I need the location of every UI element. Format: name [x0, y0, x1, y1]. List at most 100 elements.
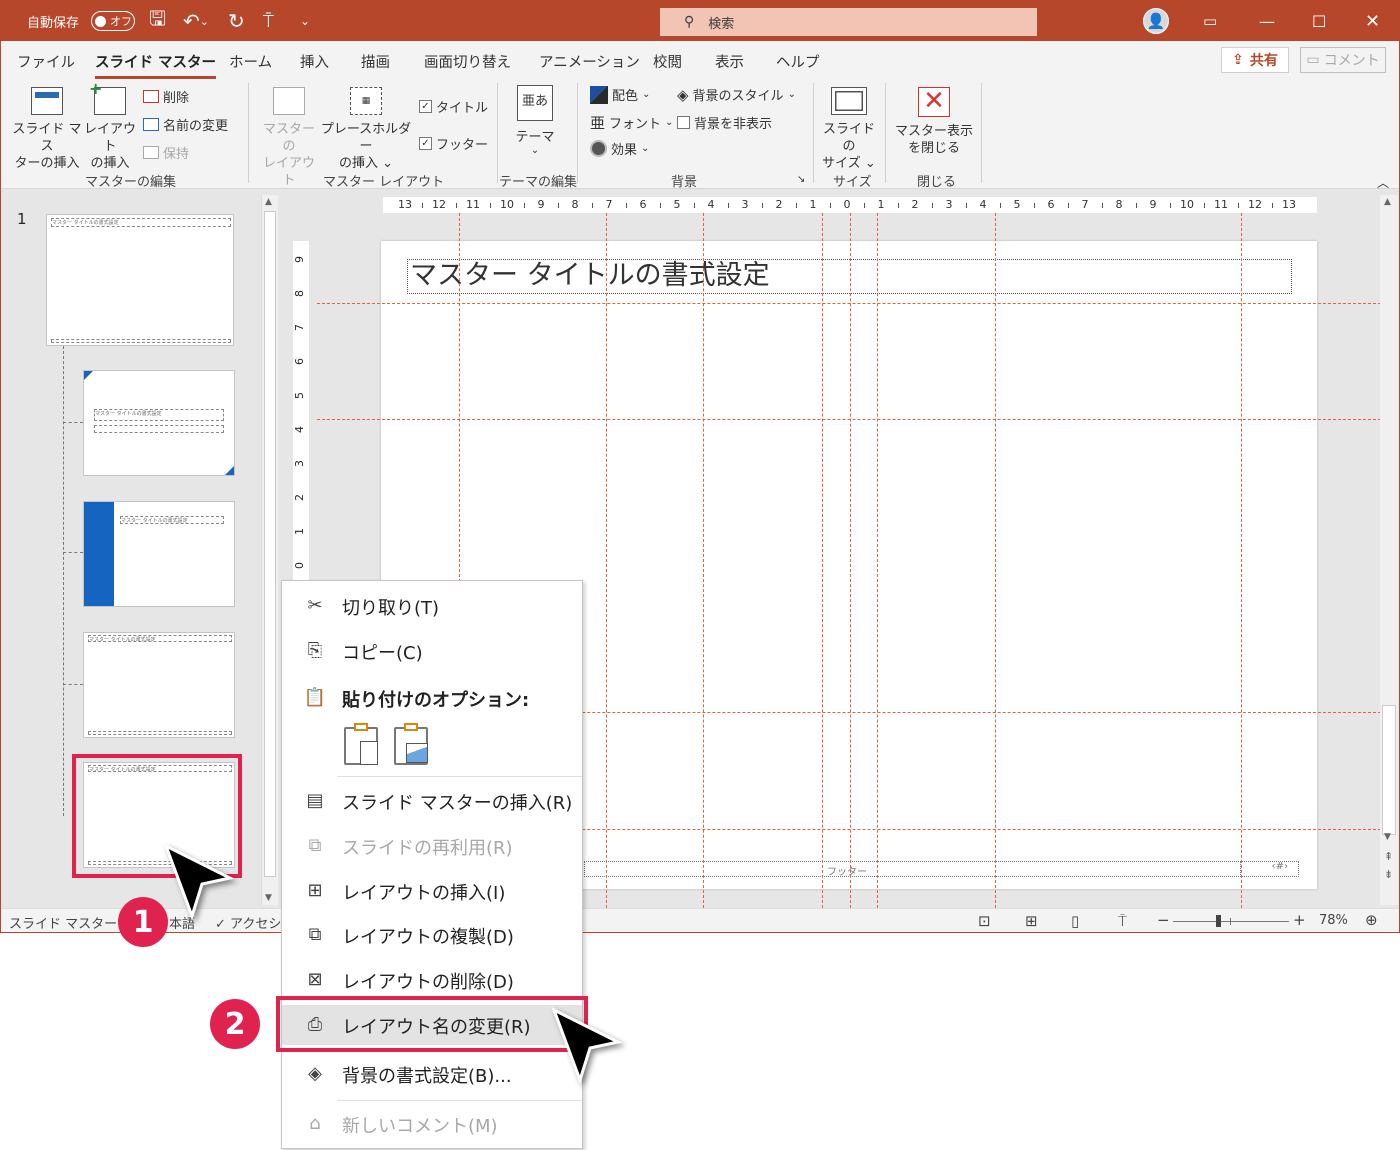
- paste-picture-icon[interactable]: [394, 723, 428, 765]
- scroll-up-icon[interactable]: ▲: [265, 197, 272, 207]
- hide-bg-label: 背景を非表示: [694, 117, 773, 132]
- delete-button[interactable]: 削除: [143, 87, 189, 106]
- thumbnail-scrollbar[interactable]: ▲ ▼: [261, 195, 278, 905]
- scroll-up-icon[interactable]: ▲: [1384, 197, 1391, 207]
- scroll-thumb[interactable]: [1382, 705, 1396, 835]
- maximize-icon[interactable]: ☐: [1312, 1, 1326, 41]
- scroll-down-icon[interactable]: ▼: [265, 893, 272, 903]
- slide-size-button[interactable]: スライドの サイズ ⌄: [817, 87, 881, 172]
- vertical-guide[interactable]: [877, 213, 878, 908]
- colors-dropdown[interactable]: 配色 ⌄: [590, 85, 650, 104]
- preserve-button[interactable]: 保持: [143, 143, 189, 162]
- layout-thumbnail-1[interactable]: マスター タイトルの書式設定: [83, 370, 235, 476]
- vertical-guide[interactable]: [995, 213, 996, 908]
- themes-button[interactable]: 亜あ テーマ ⌄: [507, 85, 563, 156]
- master-thumbnail[interactable]: マスター タイトルの書式設定: [46, 214, 234, 346]
- insert-placeholder-button[interactable]: ▦ プレースホルダー の挿入 ⌄: [319, 87, 413, 172]
- vertical-guide[interactable]: [1241, 213, 1242, 908]
- menu-item-new-comment[interactable]: ⌂ 新しいコメント(M): [282, 1104, 582, 1144]
- master-layout-button[interactable]: マスターの レイアウト: [259, 87, 319, 189]
- thumb-side-bar: [84, 502, 114, 606]
- fonts-dropdown[interactable]: 亜フォント ⌄: [590, 112, 673, 133]
- vertical-guide[interactable]: [822, 213, 823, 908]
- hide-bg-checkbox[interactable]: 背景を非表示: [677, 113, 772, 132]
- horizontal-guide[interactable]: [317, 419, 1381, 420]
- tab-transitions[interactable]: 画面切り替え: [424, 51, 511, 72]
- check-icon: ✓: [419, 100, 432, 113]
- zoom-slider[interactable]: [1173, 915, 1289, 927]
- close-master-view-button[interactable]: ✕ マスター表示 を閉じる: [895, 87, 973, 157]
- ruler-tick-label: 4: [979, 198, 987, 211]
- share-button[interactable]: ⇪ 共有: [1221, 47, 1289, 73]
- redo-icon[interactable]: ↻: [228, 1, 245, 41]
- title-checkbox[interactable]: ✓ タイトル: [419, 97, 488, 116]
- tab-animations[interactable]: アニメーション: [539, 51, 640, 72]
- tab-insert[interactable]: 挿入: [300, 51, 329, 72]
- horizontal-guide[interactable]: [317, 303, 1381, 304]
- menu-item-reuse-slides[interactable]: ⧉ スライドの再利用(R): [282, 826, 582, 866]
- slideshow-icon[interactable]: ⍑: [1118, 912, 1127, 930]
- zoom-slider-thumb[interactable]: [1216, 915, 1221, 927]
- zoom-level[interactable]: 78%: [1319, 913, 1348, 928]
- zoom-in-icon[interactable]: +: [1293, 911, 1306, 929]
- menu-item-label: レイアウトの削除(D): [342, 972, 514, 993]
- customize-qat-icon[interactable]: ⌄: [300, 1, 310, 41]
- insert-layout-button[interactable]: + レイアウト の挿入: [83, 80, 137, 172]
- background-dialog-launcher[interactable]: ↘: [797, 174, 805, 185]
- next-slide-icon[interactable]: ⇟: [1384, 868, 1393, 881]
- ribbon-display-icon[interactable]: ▭: [1203, 1, 1217, 41]
- menu-item-format-background[interactable]: ◈ 背景の書式設定(B)...: [282, 1054, 582, 1094]
- layout-thumbnail-3[interactable]: マスター タイトルの書式設定: [83, 632, 235, 738]
- paste-use-destination-theme-icon[interactable]: [344, 723, 378, 765]
- reading-view-icon[interactable]: ▯: [1071, 912, 1079, 930]
- save-icon[interactable]: 🖫: [149, 1, 166, 41]
- autosave-toggle[interactable]: オフ: [91, 11, 135, 31]
- fit-to-window-icon[interactable]: ⊕: [1365, 911, 1378, 929]
- vertical-guide[interactable]: [850, 213, 851, 908]
- slide-sorter-icon[interactable]: ⊞: [1025, 912, 1038, 930]
- menu-item-delete-layout[interactable]: ⊠ レイアウトの削除(D): [282, 960, 582, 1000]
- separator: [497, 83, 498, 183]
- scroll-thumb[interactable]: [264, 211, 276, 877]
- colors-icon: [590, 85, 608, 104]
- slide-scrollbar[interactable]: ▲ ▼ ⇞ ⇟: [1380, 195, 1398, 905]
- footer-checkbox[interactable]: ✓ フッター: [419, 134, 488, 153]
- tab-draw[interactable]: 描画: [361, 51, 390, 72]
- image-icon: [406, 743, 428, 763]
- tab-file[interactable]: ファイル: [17, 51, 75, 72]
- comment-button[interactable]: ▭ コメント: [1300, 47, 1386, 73]
- scroll-down-icon[interactable]: ▼: [1384, 832, 1391, 842]
- tab-slide-master[interactable]: スライド マスター: [95, 51, 217, 79]
- zoom-out-icon[interactable]: −: [1157, 911, 1170, 929]
- vertical-guide[interactable]: [703, 213, 704, 908]
- menu-item-insert-layout[interactable]: ⊞ レイアウトの挿入(I): [282, 871, 582, 911]
- group-label-master-edit: マスターの編集: [85, 175, 177, 190]
- tab-help[interactable]: ヘルプ: [776, 51, 820, 72]
- close-icon[interactable]: ✕: [1365, 1, 1380, 41]
- previous-slide-icon[interactable]: ⇞: [1384, 850, 1393, 863]
- bg-styles-dropdown[interactable]: ◈ 背景のスタイル ⌄: [677, 85, 796, 105]
- normal-view-icon[interactable]: ⊡: [978, 912, 991, 930]
- menu-item-duplicate-layout[interactable]: ⧉ レイアウトの複製(D): [282, 915, 582, 955]
- slide-size-icon: [831, 87, 867, 115]
- minimize-icon[interactable]: —: [1259, 1, 1275, 41]
- account-avatar[interactable]: 👤: [1143, 1, 1169, 41]
- tab-home[interactable]: ホーム: [229, 51, 272, 72]
- insert-master-button[interactable]: スライド マス ターの挿入: [11, 87, 83, 172]
- ruler-tick-label: 12: [432, 198, 446, 211]
- present-icon[interactable]: ⍑: [263, 1, 274, 41]
- footer-placeholder[interactable]: フッター ‹#›: [584, 861, 1299, 878]
- menu-item-cut[interactable]: ✂ 切り取り(T): [282, 586, 582, 626]
- rename-button[interactable]: 名前の変更: [143, 115, 228, 134]
- vertical-guide[interactable]: [606, 213, 607, 908]
- menu-item-insert-master[interactable]: ▤ スライド マスターの挿入(R): [282, 781, 582, 821]
- menu-item-copy[interactable]: ⎘ コピー(C): [282, 631, 582, 671]
- tab-view[interactable]: 表示: [715, 51, 744, 72]
- undo-icon[interactable]: ↶ ⌄: [183, 1, 209, 41]
- colors-label: 配色: [612, 89, 639, 104]
- layout-thumbnail-2[interactable]: マスター タイトルの書式設定: [83, 501, 235, 607]
- collapse-ribbon-icon[interactable]: ︿: [1377, 174, 1389, 191]
- search-input[interactable]: ⚲ 検索: [660, 8, 1037, 36]
- tab-review[interactable]: 校閲: [653, 51, 682, 72]
- effects-dropdown[interactable]: 効果 ⌄: [590, 139, 649, 158]
